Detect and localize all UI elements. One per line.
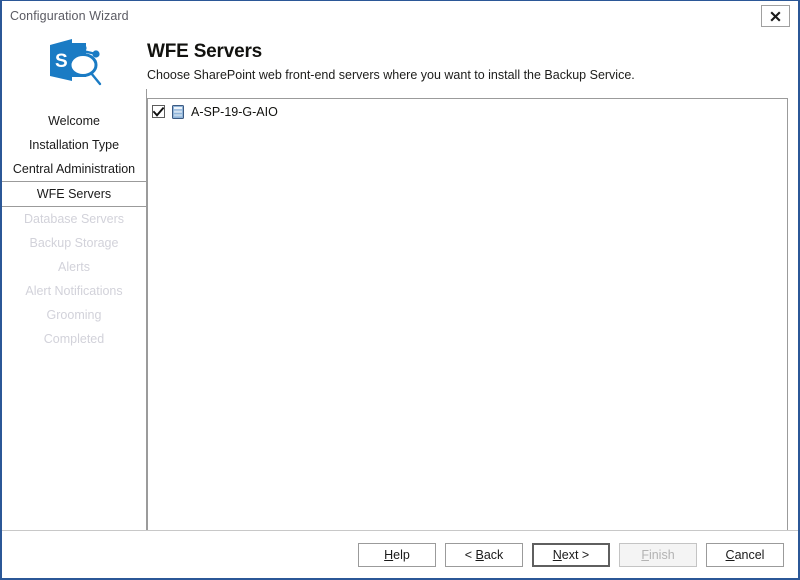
sidebar-item-grooming: Grooming [2, 303, 146, 327]
cancel-button[interactable]: Cancel [706, 542, 784, 567]
cancel-button-label: Cancel [725, 547, 765, 562]
wizard-step-navigation: Welcome Installation Type Central Administ… [2, 89, 147, 578]
next-button-label: Next > [552, 547, 590, 562]
page-title: WFE Servers [147, 41, 263, 62]
sidebar-item-completed: Completed [2, 327, 146, 351]
page-header: S WFE Servers Choose SharePoint web fron… [2, 31, 798, 89]
sidebar-item-label: WFE Servers [36, 187, 112, 201]
svg-text:S: S [55, 51, 68, 72]
sidebar-item-alerts: Alerts [2, 255, 146, 279]
finish-button-label: Finish [641, 547, 675, 562]
help-button[interactable]: Help [358, 542, 436, 567]
main-content: A-SP-19-G-AIO [147, 89, 798, 541]
close-icon [770, 10, 781, 22]
sidebar-item-backup-storage: Backup Storage [2, 231, 146, 255]
back-button-label: < Back [464, 547, 504, 562]
sidebar-item-label: Alerts [58, 260, 90, 274]
button-bar: Help < Back Next > Finish Cancel [2, 530, 798, 578]
sidebar-item-label: Installation Type [28, 138, 120, 152]
sidebar-item-database-servers: Database Servers [2, 207, 146, 231]
window-title: Configuration Wizard [10, 9, 129, 23]
sidebar-item-label: Alert Notifications [25, 284, 123, 298]
title-bar: Configuration Wizard [2, 1, 798, 31]
server-icon [170, 104, 186, 120]
next-button[interactable]: Next > [532, 542, 610, 567]
wfe-server-list[interactable]: A-SP-19-G-AIO [147, 98, 788, 541]
sidebar-item-label: Central Administration [12, 162, 136, 176]
configuration-wizard-window: Configuration Wizard S WFE Servers Choos… [0, 0, 800, 580]
help-button-label: Help [384, 547, 410, 562]
sidebar-item-central-administration[interactable]: Central Administration [2, 157, 146, 181]
sidebar-item-label: Welcome [48, 114, 100, 128]
server-checkbox[interactable] [152, 105, 165, 118]
sidebar-item-alert-notifications: Alert Notifications [2, 279, 146, 303]
finish-button: Finish [619, 542, 697, 567]
server-list-item[interactable]: A-SP-19-G-AIO [148, 102, 787, 121]
sidebar-item-installation-type[interactable]: Installation Type [2, 133, 146, 157]
close-button[interactable] [761, 5, 790, 27]
sharepoint-logo-icon: S [42, 35, 110, 91]
sidebar-item-label: Database Servers [23, 212, 125, 226]
sidebar-item-welcome[interactable]: Welcome [2, 109, 146, 133]
page-description: Choose SharePoint web front-end servers … [147, 68, 635, 82]
sidebar-item-label: Completed [43, 332, 105, 346]
sidebar-item-wfe-servers[interactable]: WFE Servers [2, 181, 147, 207]
sidebar-item-label: Backup Storage [29, 236, 119, 250]
sidebar-item-label: Grooming [46, 308, 102, 322]
server-name: A-SP-19-G-AIO [191, 104, 278, 119]
back-button[interactable]: < Back [445, 542, 523, 567]
checkmark-icon [153, 106, 164, 117]
